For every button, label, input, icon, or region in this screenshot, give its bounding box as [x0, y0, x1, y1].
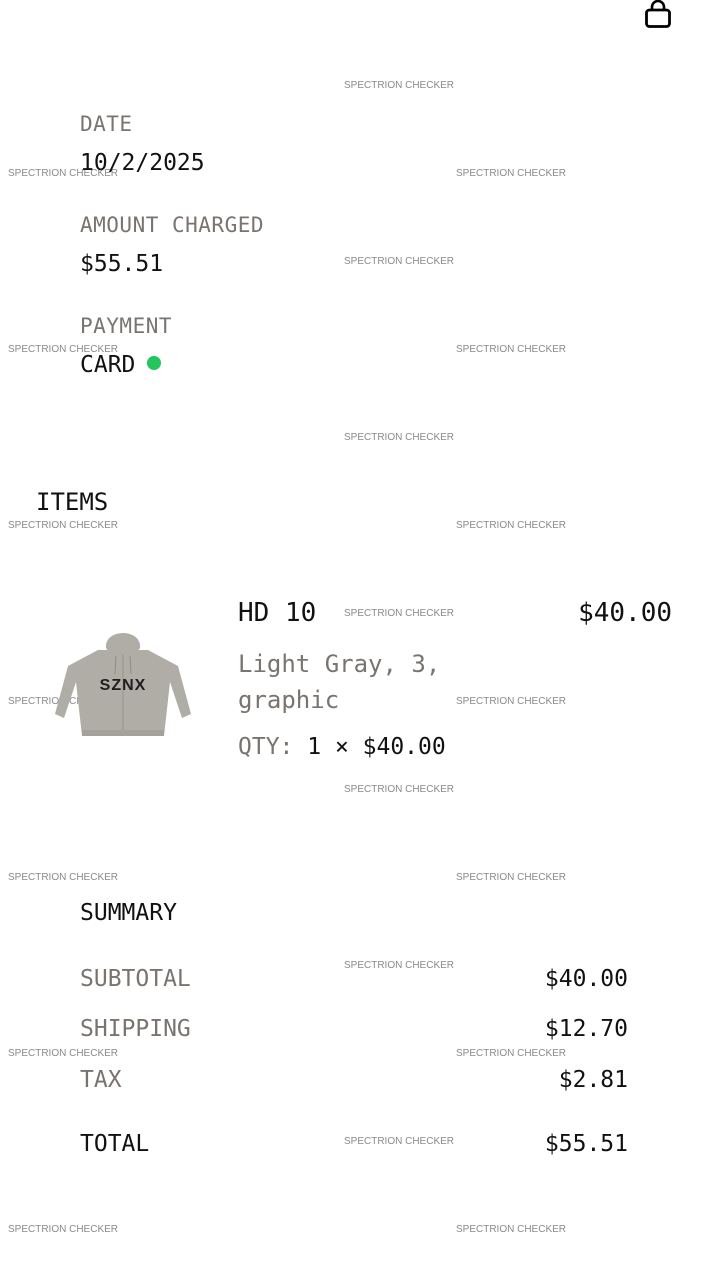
watermark-text: SPECTRION CHECKER [8, 872, 119, 883]
watermark-text: SPECTRION CHECKER [456, 872, 567, 883]
product-graphic-text: SZNX [100, 677, 147, 694]
subtotal-value: $40.00 [544, 966, 628, 992]
tax-label: TAX [80, 1067, 122, 1093]
payment-status-dot [147, 356, 162, 370]
shipping-value: $12.70 [544, 1016, 628, 1042]
amount-charged-value: $55.51 [80, 251, 164, 277]
watermark-text: SPECTRION CHECKER [456, 168, 567, 179]
date-label: DATE [80, 112, 133, 136]
tax-value: $2.81 [558, 1067, 628, 1093]
subtotal-label: SUBTOTAL [80, 966, 191, 992]
shipping-label: SHIPPING [80, 1016, 191, 1042]
shipping-row: SHIPPING $12.70 [80, 1016, 628, 1046]
watermark-text: SPECTRION CHECKER [344, 608, 455, 619]
subtotal-row: SUBTOTAL $40.00 [80, 966, 628, 996]
total-label: TOTAL [80, 1131, 150, 1157]
product-variant: Light Gray, 3, graphic [238, 650, 441, 714]
watermark-text: SPECTRION CHECKER [456, 1224, 567, 1235]
shopping-bag-icon[interactable] [644, 0, 672, 30]
summary-heading: SUMMARY [80, 900, 177, 926]
total-row: TOTAL $55.51 [80, 1131, 628, 1161]
watermark-text: SPECTRION CHECKER [8, 1048, 119, 1059]
watermark-text: SPECTRION CHECKER [456, 1048, 567, 1059]
qty-value: 1 × $40.00 [307, 734, 446, 760]
watermark-text: SPECTRION CHECKER [8, 1224, 119, 1235]
watermark-text: SPECTRION CHECKER [456, 344, 567, 355]
quantity-row: QTY: 1 × $40.00 [238, 734, 446, 760]
product-image[interactable]: SZNX [48, 616, 198, 746]
product-name: HD 10 [238, 598, 317, 628]
watermark-text: SPECTRION CHECKER [344, 784, 455, 795]
payment-value-row: CARD [80, 352, 162, 378]
watermark-text: SPECTRION CHECKER [456, 520, 567, 531]
watermark-text: SPECTRION CHECKER [456, 0, 566, 3]
watermark-text: SPECTRION CHECKER [344, 432, 455, 443]
payment-label: PAYMENT [80, 314, 173, 338]
items-heading: ITEMS [36, 488, 109, 516]
total-value: $55.51 [544, 1131, 628, 1157]
watermark-text: SPECTRION CHECKER [8, 520, 119, 531]
qty-label: QTY: [238, 734, 294, 760]
tax-row: TAX $2.81 [80, 1067, 628, 1097]
product-price: $40.00 [578, 598, 672, 628]
amount-charged-label: AMOUNT CHARGED [80, 213, 265, 237]
date-value: 10/2/2025 [80, 150, 205, 176]
payment-method: CARD [80, 352, 136, 378]
watermark-text: SPECTRION CHECKER [8, 0, 118, 3]
watermark-text: SPECTRION CHECKER [344, 80, 455, 91]
watermark-text: SPECTRION CHECKER [344, 256, 455, 267]
